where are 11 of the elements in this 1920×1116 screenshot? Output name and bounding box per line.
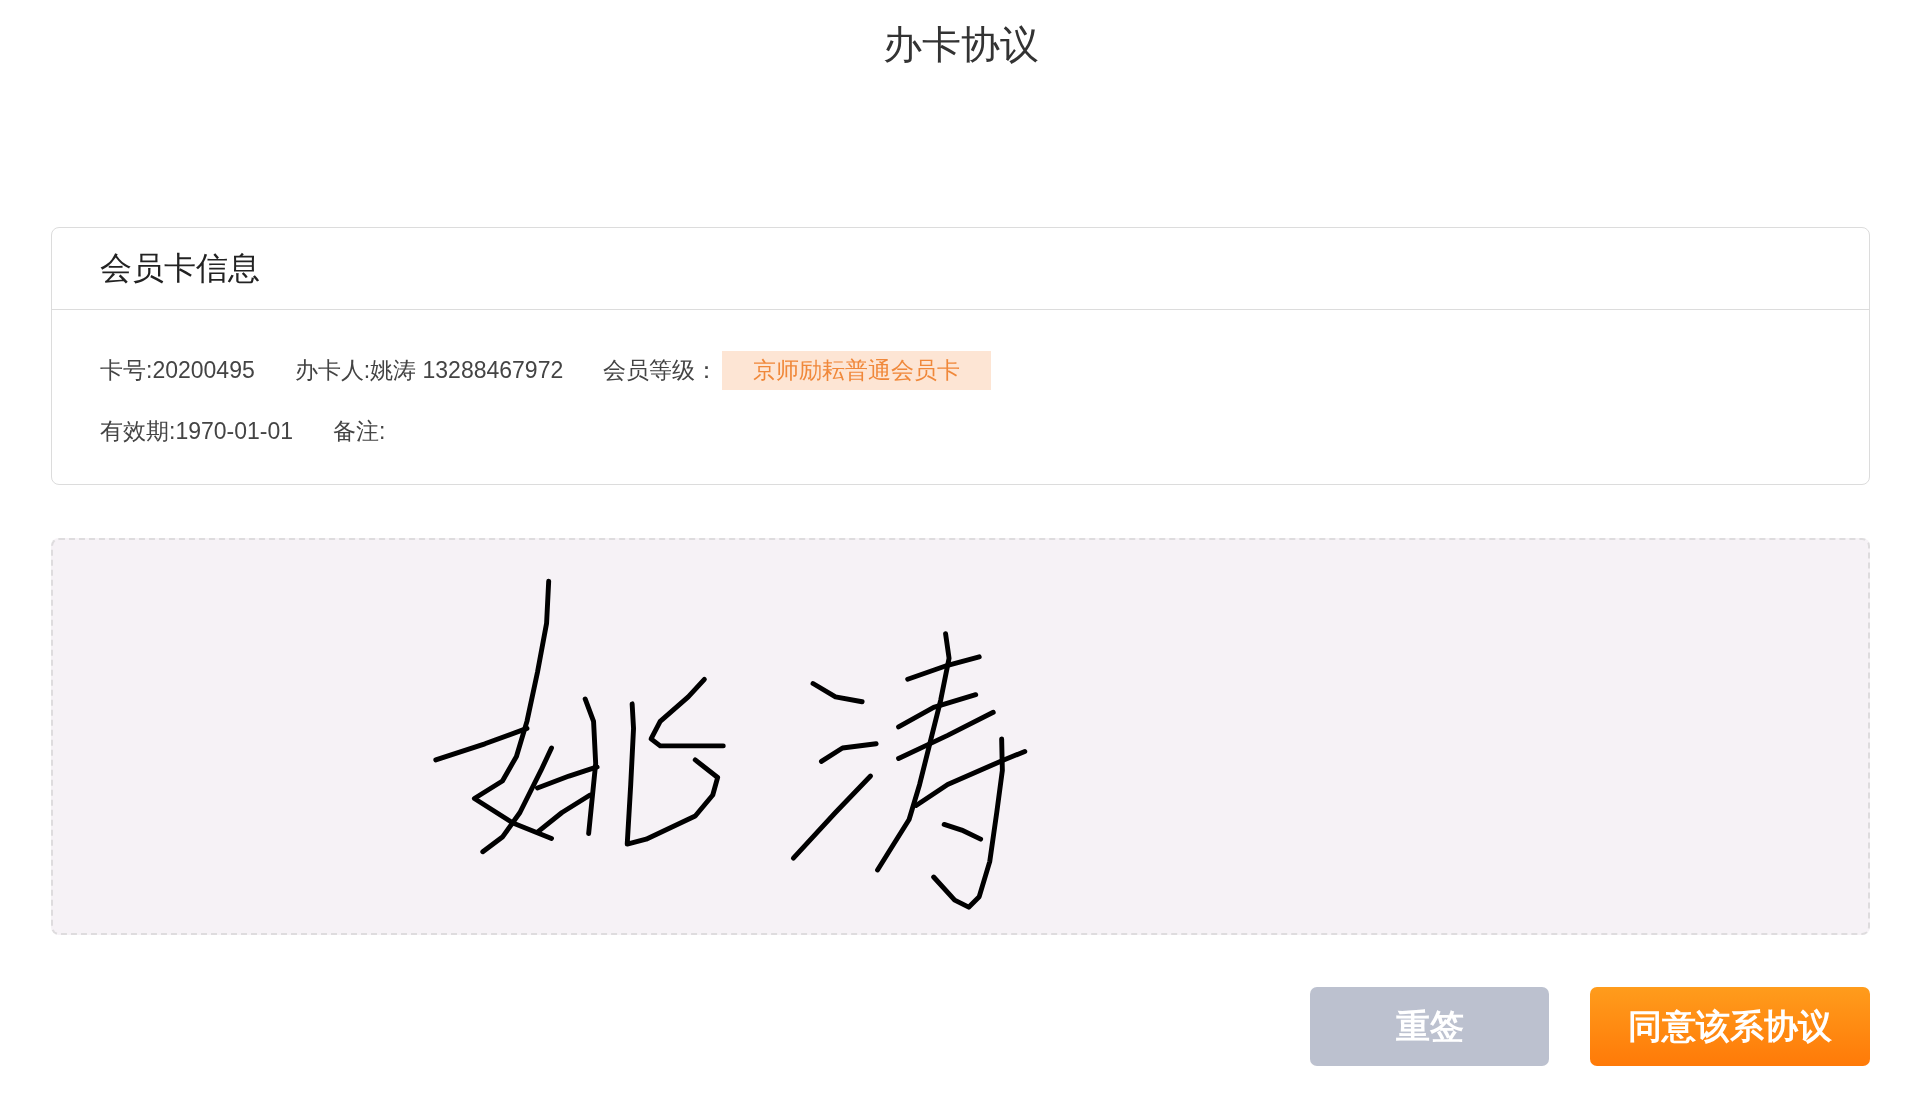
page-title: 办卡协议	[882, 24, 1039, 66]
info-label: 会员等级：	[603, 356, 719, 385]
agree-button[interactable]: 同意该系协议	[1590, 987, 1870, 1066]
signature-pad[interactable]	[51, 538, 1870, 935]
member-level-tag: 京师励耘普通会员卡	[722, 351, 992, 390]
info-text: 办卡人:姚涛 13288467972	[294, 356, 564, 385]
card-heading: 会员卡信息	[100, 248, 260, 288]
info-text: 备注:	[333, 417, 386, 446]
info-text: 卡号:20200495	[100, 356, 255, 385]
resign-button[interactable]: 重签	[1310, 987, 1549, 1066]
info-text: 有效期:1970-01-01	[100, 417, 294, 446]
